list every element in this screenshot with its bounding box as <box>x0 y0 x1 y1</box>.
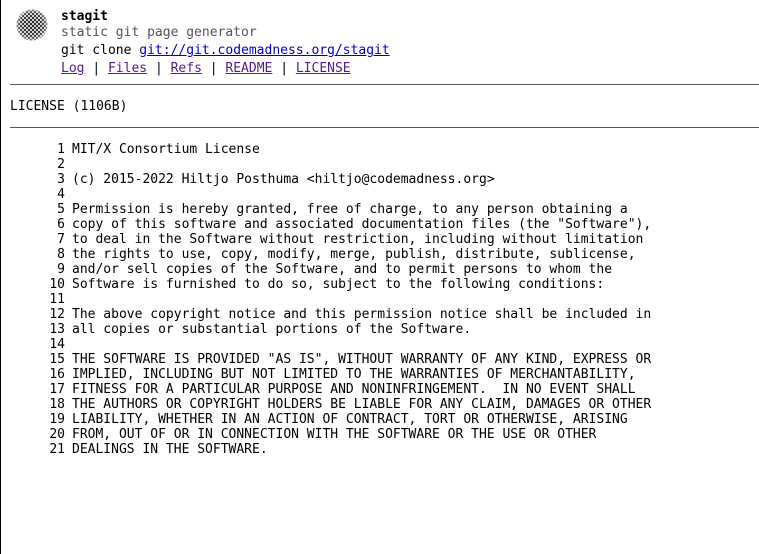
nav-separator: | <box>92 61 101 76</box>
code-line: 11 <box>1 292 759 307</box>
line-text: Permission is hereby granted, free of ch… <box>72 202 628 217</box>
nav-separator: | <box>280 61 289 76</box>
line-text: to deal in the Software without restrict… <box>72 232 644 247</box>
line-number-link[interactable]: 7 <box>1 232 65 247</box>
code-line: 14 <box>1 337 759 352</box>
code-line: 1 MIT/X Consortium License <box>1 142 759 157</box>
file-title: LICENSE (1106B) <box>10 99 128 114</box>
line-number-link[interactable]: 15 <box>1 352 65 367</box>
code-line: 6 copy of this software and associated do… <box>1 217 759 232</box>
header-text: stagit static git page generator git clo… <box>61 9 390 78</box>
line-text: and/or sell copies of the Software, and … <box>72 262 613 277</box>
nav-files-link[interactable]: Files <box>108 61 147 76</box>
line-text: THE SOFTWARE IS PROVIDED "AS IS", WITHOU… <box>72 352 652 367</box>
line-number-link[interactable]: 11 <box>1 292 65 307</box>
code-line: 7 to deal in the Software without restric… <box>1 232 759 247</box>
nav-separator: | <box>209 61 218 76</box>
line-text: FROM, OUT OF OR IN CONNECTION WITH THE S… <box>72 427 597 442</box>
line-text: the rights to use, copy, modify, merge, … <box>72 247 636 262</box>
content-divider <box>10 127 759 128</box>
code-line: 20 FROM, OUT OF OR IN CONNECTION WITH THE… <box>1 427 759 442</box>
line-number-link[interactable]: 20 <box>1 427 65 442</box>
repo-title: stagit <box>61 9 108 24</box>
line-number-link[interactable]: 13 <box>1 322 65 337</box>
code-line: 3 (c) 2015-2022 Hiltjo Posthuma <hiltjo@c… <box>1 172 759 187</box>
code-line: 4 <box>1 187 759 202</box>
line-text: FITNESS FOR A PARTICULAR PURPOSE AND NON… <box>72 382 636 397</box>
line-number-link[interactable]: 5 <box>1 202 65 217</box>
line-text: DEALINGS IN THE SOFTWARE. <box>72 442 268 457</box>
nav-refs-link[interactable]: Refs <box>171 61 202 76</box>
code-line: 15 THE SOFTWARE IS PROVIDED "AS IS", WITH… <box>1 352 759 367</box>
code-line: 9 and/or sell copies of the Software, and… <box>1 262 759 277</box>
file-content: 1 MIT/X Consortium License 2 3 (c) 2015-2022… <box>1 142 759 457</box>
line-number-link[interactable]: 8 <box>1 247 65 262</box>
line-text <box>65 292 72 307</box>
code-line: 2 <box>1 157 759 172</box>
line-number-link[interactable]: 6 <box>1 217 65 232</box>
line-number-link[interactable]: 2 <box>1 157 65 172</box>
nav-license-link[interactable]: LICENSE <box>296 61 351 76</box>
code-line: 13 all copies or substantial portions of … <box>1 322 759 337</box>
line-text: THE AUTHORS OR COPYRIGHT HOLDERS BE LIAB… <box>72 397 652 412</box>
line-number-link[interactable]: 9 <box>1 262 65 277</box>
clone-prefix: git clone <box>61 43 132 58</box>
line-text: The above copyright notice and this perm… <box>72 307 652 322</box>
code-line: 18 THE AUTHORS OR COPYRIGHT HOLDERS BE LI… <box>1 397 759 412</box>
code-line: 5 Permission is hereby granted, free of c… <box>1 202 759 217</box>
line-number-link[interactable]: 14 <box>1 337 65 352</box>
header-divider <box>10 84 759 85</box>
nav-bar: Log | Files | Refs | README | LICENSE <box>61 60 390 78</box>
code-line: 12 The above copyright notice and this pe… <box>1 307 759 322</box>
clone-url-link[interactable]: git://git.codemadness.org/stagit <box>139 43 389 58</box>
line-number-link[interactable]: 1 <box>1 142 65 157</box>
nav-readme-link[interactable]: README <box>225 61 272 76</box>
line-text <box>65 337 72 352</box>
line-text: LIABILITY, WHETHER IN AN ACTION OF CONTR… <box>72 412 628 427</box>
page: stagit static git page generator git clo… <box>0 0 759 554</box>
nav-log-link[interactable]: Log <box>61 61 84 76</box>
line-number-link[interactable]: 10 <box>1 277 65 292</box>
code-line: 17 FITNESS FOR A PARTICULAR PURPOSE AND N… <box>1 382 759 397</box>
line-number-link[interactable]: 18 <box>1 397 65 412</box>
code-line: 21 DEALINGS IN THE SOFTWARE. <box>1 442 759 457</box>
repo-description: static git page generator <box>61 25 257 40</box>
line-number-link[interactable]: 17 <box>1 382 65 397</box>
code-line: 8 the rights to use, copy, modify, merge,… <box>1 247 759 262</box>
line-number-link[interactable]: 12 <box>1 307 65 322</box>
line-number-link[interactable]: 4 <box>1 187 65 202</box>
code-line: 19 LIABILITY, WHETHER IN AN ACTION OF CON… <box>1 412 759 427</box>
line-text: (c) 2015-2022 Hiltjo Posthuma <hiltjo@co… <box>72 172 495 187</box>
line-number-link[interactable]: 3 <box>1 172 65 187</box>
line-text: copy of this software and associated doc… <box>72 217 652 232</box>
line-number-link[interactable]: 16 <box>1 367 65 382</box>
nav-separator: | <box>154 61 163 76</box>
line-text: IMPLIED, INCLUDING BUT NOT LIMITED TO TH… <box>72 367 636 382</box>
line-text: MIT/X Consortium License <box>72 142 260 157</box>
header: stagit static git page generator git clo… <box>1 0 759 84</box>
clone-line: git clone git://git.codemadness.org/stag… <box>61 42 390 60</box>
line-number-link[interactable]: 19 <box>1 412 65 427</box>
line-text <box>65 157 72 172</box>
line-text: all copies or substantial portions of th… <box>72 322 472 337</box>
line-text <box>65 187 72 202</box>
stagit-logo-icon[interactable] <box>16 9 48 41</box>
line-number-link[interactable]: 21 <box>1 442 65 457</box>
code-line: 16 IMPLIED, INCLUDING BUT NOT LIMITED TO … <box>1 367 759 382</box>
code-line: 10 Software is furnished to do so, subjec… <box>1 277 759 292</box>
line-text: Software is furnished to do so, subject … <box>72 277 605 292</box>
